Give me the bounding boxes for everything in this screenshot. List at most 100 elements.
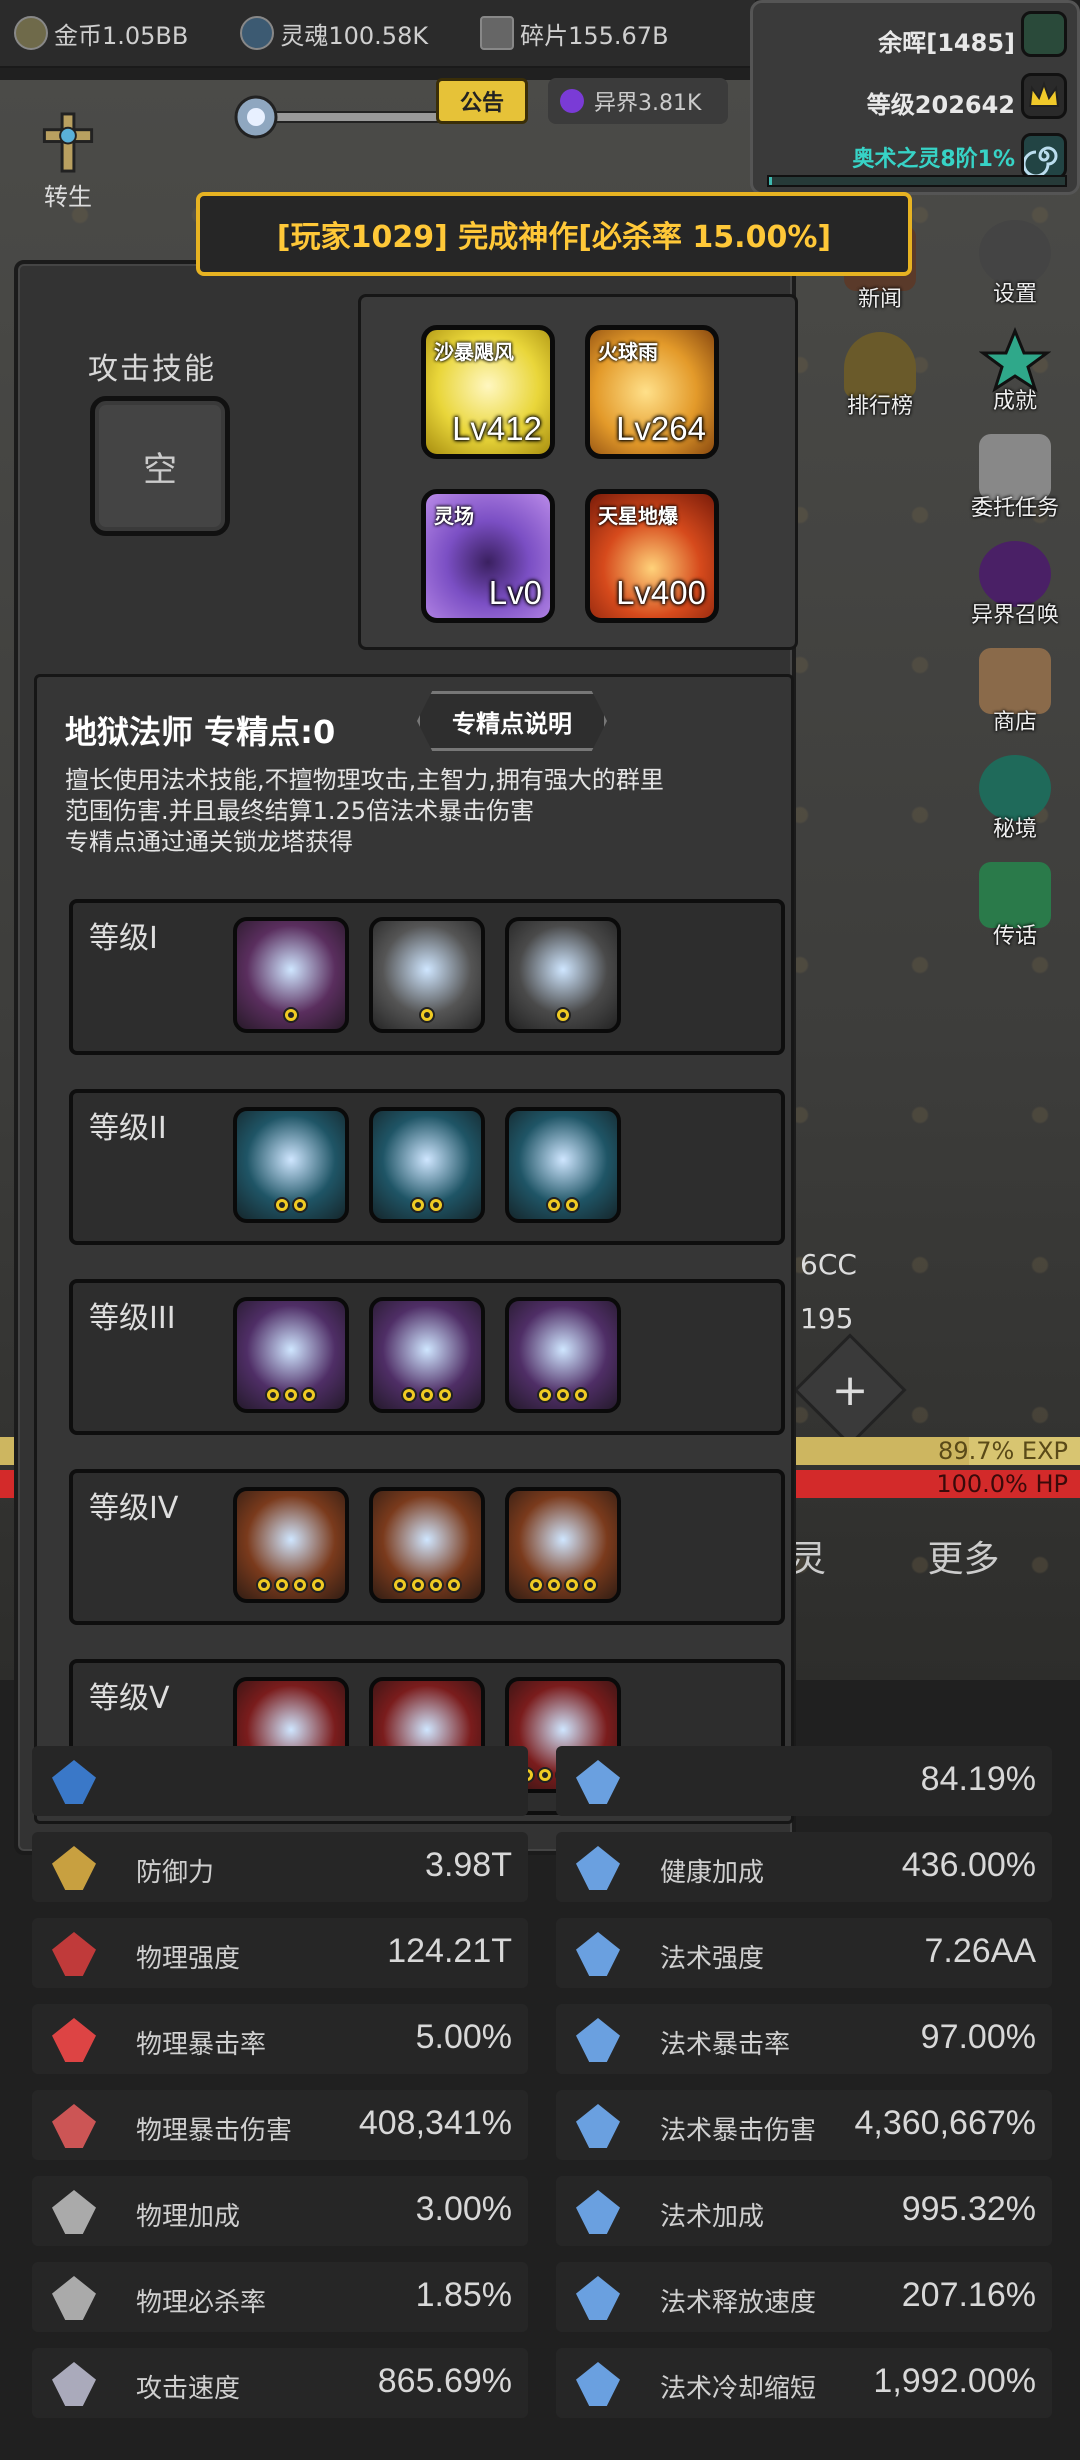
realm-progress-bar	[767, 175, 1067, 187]
shard-icon	[480, 16, 515, 50]
achievements-button[interactable]: 成就	[955, 327, 1075, 434]
stat-value: 7.26AA	[924, 1932, 1036, 1970]
talent-cost-pips	[373, 1007, 481, 1023]
rebirth-button[interactable]: 转生	[18, 112, 118, 212]
leaderboard-button[interactable]: 排行榜	[820, 332, 940, 439]
talent-pentagram-icon[interactable]	[505, 1487, 621, 1603]
talent-scroll-icon[interactable]	[233, 1297, 349, 1413]
stat-value: 4,360,667%	[854, 2104, 1037, 2142]
skill-fireball-rain[interactable]: 火球雨 Lv264	[585, 325, 719, 459]
talent-scroll-icon[interactable]	[369, 917, 485, 1033]
talent-ice-shard-icon[interactable]	[505, 917, 621, 1033]
cost-pip-icon	[573, 1387, 589, 1403]
talent-explosion-icon[interactable]	[369, 1107, 485, 1223]
talent-spine-icon[interactable]	[233, 1107, 349, 1223]
tab-more[interactable]: 更多	[927, 1539, 999, 1580]
settings-button[interactable]: 设置	[955, 220, 1075, 327]
player-info[interactable]: 余晖[1485] 等级202642 奥术之灵8阶1%	[750, 0, 1080, 195]
stat-icon	[52, 2104, 96, 2148]
secret-realm-button[interactable]: 秘境	[955, 755, 1075, 862]
stat-cell: 物理强度 124.21T	[32, 1918, 528, 1988]
afterglow-text: 余晖[1485]	[878, 29, 1015, 57]
skill-spirit-field[interactable]: 灵场 Lv0	[421, 489, 555, 623]
cost-pip-icon	[310, 1577, 326, 1593]
stats-row: 物理必杀率 1.85% 法术释放速度 207.16%	[32, 2256, 1052, 2336]
talent-cost-pips	[237, 1007, 345, 1023]
otherworld-counter[interactable]: 异界3.81K	[548, 78, 728, 124]
plus-icon: +	[831, 1364, 869, 1416]
stat-icon	[576, 1846, 620, 1890]
stat-cell	[32, 1746, 528, 1816]
cost-pip-icon	[528, 1577, 544, 1593]
crown-icon	[1021, 73, 1067, 119]
stat-name: 法术暴击伤害	[660, 2116, 817, 2146]
cost-pip-icon	[546, 1197, 562, 1213]
stat-icon	[576, 1932, 620, 1976]
cost-pip-icon	[410, 1577, 426, 1593]
talent-ice-wall-icon[interactable]	[505, 1297, 621, 1413]
talent-cost-pips	[509, 1577, 617, 1593]
talent-cost-pips	[373, 1577, 481, 1593]
stat-cell: 物理暴击伤害 408,341%	[32, 2090, 528, 2160]
stat-value: 1.85%	[415, 2276, 512, 2314]
stat-value: 5.00%	[415, 2018, 512, 2056]
cost-pip-icon	[564, 1577, 580, 1593]
attack-skill-label: 攻击技能	[88, 352, 216, 387]
cost-pip-icon	[546, 1577, 562, 1593]
cost-pip-icon	[292, 1197, 308, 1213]
right-menu: 设置 成就 委托任务 异界召唤 商店 秘境 传话	[955, 220, 1075, 969]
cost-pip-icon	[283, 1007, 299, 1023]
shop-button[interactable]: 商店	[955, 648, 1075, 755]
stat-cell: 攻击速度 865.69%	[32, 2348, 528, 2418]
stat-cell: 防御力 3.98T	[32, 1832, 528, 1902]
stat-icon	[576, 2190, 620, 2234]
talent-explosion-icon[interactable]	[369, 1487, 485, 1603]
stat-icon	[52, 2276, 96, 2320]
spec-info-button[interactable]: 专精点说明	[417, 691, 607, 751]
talent-cost-pips	[237, 1197, 345, 1213]
stat-icon	[52, 2018, 96, 2062]
stat-value: 865.69%	[377, 2362, 512, 2400]
skill-sandstorm[interactable]: 沙暴飓风 Lv412	[421, 325, 555, 459]
messaging-button[interactable]: 传话	[955, 862, 1075, 969]
summon-button[interactable]: 异界召唤	[955, 541, 1075, 648]
soul-icon	[240, 16, 275, 50]
attack-skill-slot[interactable]: 空	[90, 396, 230, 536]
stat-cell: 法术暴击伤害 4,360,667%	[556, 2090, 1052, 2160]
tier-name: 等级V	[89, 1681, 170, 1716]
cost-pip-icon	[428, 1197, 444, 1213]
hp-text: 100.0% HP	[936, 1470, 1068, 1498]
cost-pip-icon	[265, 1387, 281, 1403]
stat-cell: 法术释放速度 207.16%	[556, 2262, 1052, 2332]
quests-button[interactable]: 委托任务	[955, 434, 1075, 541]
talent-ice-wall-icon[interactable]	[505, 1107, 621, 1223]
talent-cost-pips	[509, 1007, 617, 1023]
spec-description: 擅长使用法术技能,不擅物理攻击,主智力,拥有强大的群里 范围伤害.并且最终结算1…	[65, 766, 664, 856]
skill-meteor-blast[interactable]: 天星地爆 Lv400	[585, 489, 719, 623]
talent-spine-icon[interactable]	[369, 1297, 485, 1413]
stats-row: 防御力 3.98T 健康加成 436.00%	[32, 1826, 1052, 1906]
stat-value: 207.16%	[901, 2276, 1036, 2314]
rebirth-cross-icon	[42, 112, 94, 173]
stat-name: 法术加成	[660, 2202, 765, 2232]
talent-magic-burst-icon[interactable]	[233, 917, 349, 1033]
stat-name: 健康加成	[660, 1858, 765, 1888]
stats-row: 攻击速度 865.69% 法术冷却缩短 1,992.00%	[32, 2342, 1052, 2422]
stat-icon	[52, 1846, 96, 1890]
gold-resource: 金币1.05BB	[14, 16, 188, 51]
stat-name: 物理加成	[136, 2202, 241, 2232]
spell-skills-box: 沙暴飓风 Lv412 火球雨 Lv264 灵场 Lv0 天星地爆 Lv400	[358, 294, 798, 650]
notice-button[interactable]: 公告	[436, 78, 528, 124]
cost-pip-icon	[274, 1577, 290, 1593]
stat-name: 法术暴击率	[660, 2030, 791, 2060]
stat-name: 法术释放速度	[660, 2288, 817, 2318]
cost-pip-icon	[446, 1577, 462, 1593]
spiral-icon	[1021, 133, 1067, 179]
talent-cost-pips	[509, 1387, 617, 1403]
cost-pip-icon	[564, 1197, 580, 1213]
leaf-icon	[1021, 11, 1067, 57]
talent-ice-wall-icon[interactable]	[233, 1487, 349, 1603]
cost-pip-icon	[419, 1387, 435, 1403]
stat-cell: 法术加成 995.32%	[556, 2176, 1052, 2246]
talent-tier: 等级II	[69, 1089, 785, 1245]
